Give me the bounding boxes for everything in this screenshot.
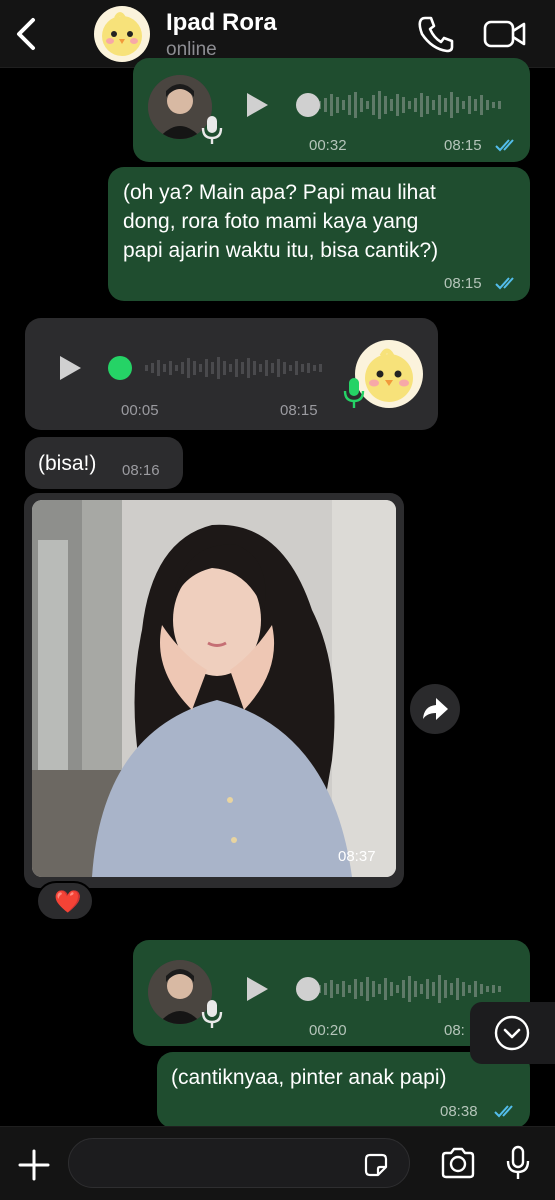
message-time: 08:15 xyxy=(444,137,482,154)
scroll-to-bottom-button[interactable] xyxy=(470,1002,555,1064)
text-message-out[interactable]: (cantiknyaa, pinter anak papi) 08:38 xyxy=(157,1052,530,1128)
text-message-in[interactable]: (bisa!) 08:16 xyxy=(25,437,183,489)
camera-icon[interactable] xyxy=(440,1147,476,1179)
composer-bar xyxy=(0,1126,555,1200)
photo-message-in[interactable]: 08:37 xyxy=(24,493,404,888)
play-icon[interactable] xyxy=(243,90,271,120)
video-call-icon[interactable] xyxy=(483,18,527,50)
contact-name[interactable]: Ipad Rora xyxy=(166,9,277,37)
text-message-out[interactable]: (oh ya? Main apa? Papi mau lihat dong, r… xyxy=(108,167,530,301)
message-time: 08:37 xyxy=(338,848,376,865)
message-input[interactable] xyxy=(68,1138,410,1188)
sender-avatar xyxy=(355,340,423,408)
back-chevron-icon[interactable] xyxy=(12,16,40,52)
message-text: (cantiknyaa, pinter anak papi) xyxy=(171,1066,447,1089)
shared-photo[interactable]: 08:37 xyxy=(32,500,396,877)
read-ticks-icon xyxy=(494,1105,513,1118)
play-icon[interactable] xyxy=(243,974,271,1004)
voice-duration: 00:20 xyxy=(309,1022,347,1039)
message-time: 08:38 xyxy=(440,1103,478,1120)
sticker-icon[interactable] xyxy=(362,1151,390,1179)
mic-icon xyxy=(201,1000,223,1028)
play-icon[interactable] xyxy=(57,354,83,382)
reaction-badge[interactable]: ❤️ xyxy=(36,881,94,921)
read-ticks-icon xyxy=(495,139,514,152)
message-time: 08:15 xyxy=(280,402,318,419)
read-ticks-icon xyxy=(495,277,514,290)
message-line: (oh ya? Main apa? Papi mau lihat xyxy=(123,181,436,204)
mic-icon xyxy=(343,378,365,408)
scroll-down-icon xyxy=(494,1015,530,1051)
phone-icon[interactable] xyxy=(416,14,454,54)
plus-icon[interactable] xyxy=(18,1149,50,1181)
mic-icon xyxy=(201,116,223,144)
message-line: dong, rora foto mami kaya yang xyxy=(123,210,419,233)
mic-icon[interactable] xyxy=(506,1145,530,1181)
message-time: 08: xyxy=(444,1022,465,1039)
forward-button[interactable] xyxy=(410,684,460,734)
message-time: 08:15 xyxy=(444,275,482,292)
voice-duration: 00:05 xyxy=(121,402,159,419)
message-text: (bisa!) xyxy=(38,452,97,475)
voice-waveform[interactable] xyxy=(296,86,511,124)
contact-avatar[interactable] xyxy=(94,6,150,62)
voice-message-out[interactable]: 00:32 08:15 xyxy=(133,58,530,162)
forward-icon xyxy=(423,698,448,720)
message-time: 08:16 xyxy=(122,462,160,479)
message-line: papi ajarin waktu itu, bisa cantik?) xyxy=(123,239,439,262)
voice-message-in[interactable]: 00:05 08:15 xyxy=(25,318,438,430)
voice-duration: 00:32 xyxy=(309,137,347,154)
voice-waveform[interactable] xyxy=(107,349,337,387)
heart-reaction: ❤️ xyxy=(54,889,82,914)
